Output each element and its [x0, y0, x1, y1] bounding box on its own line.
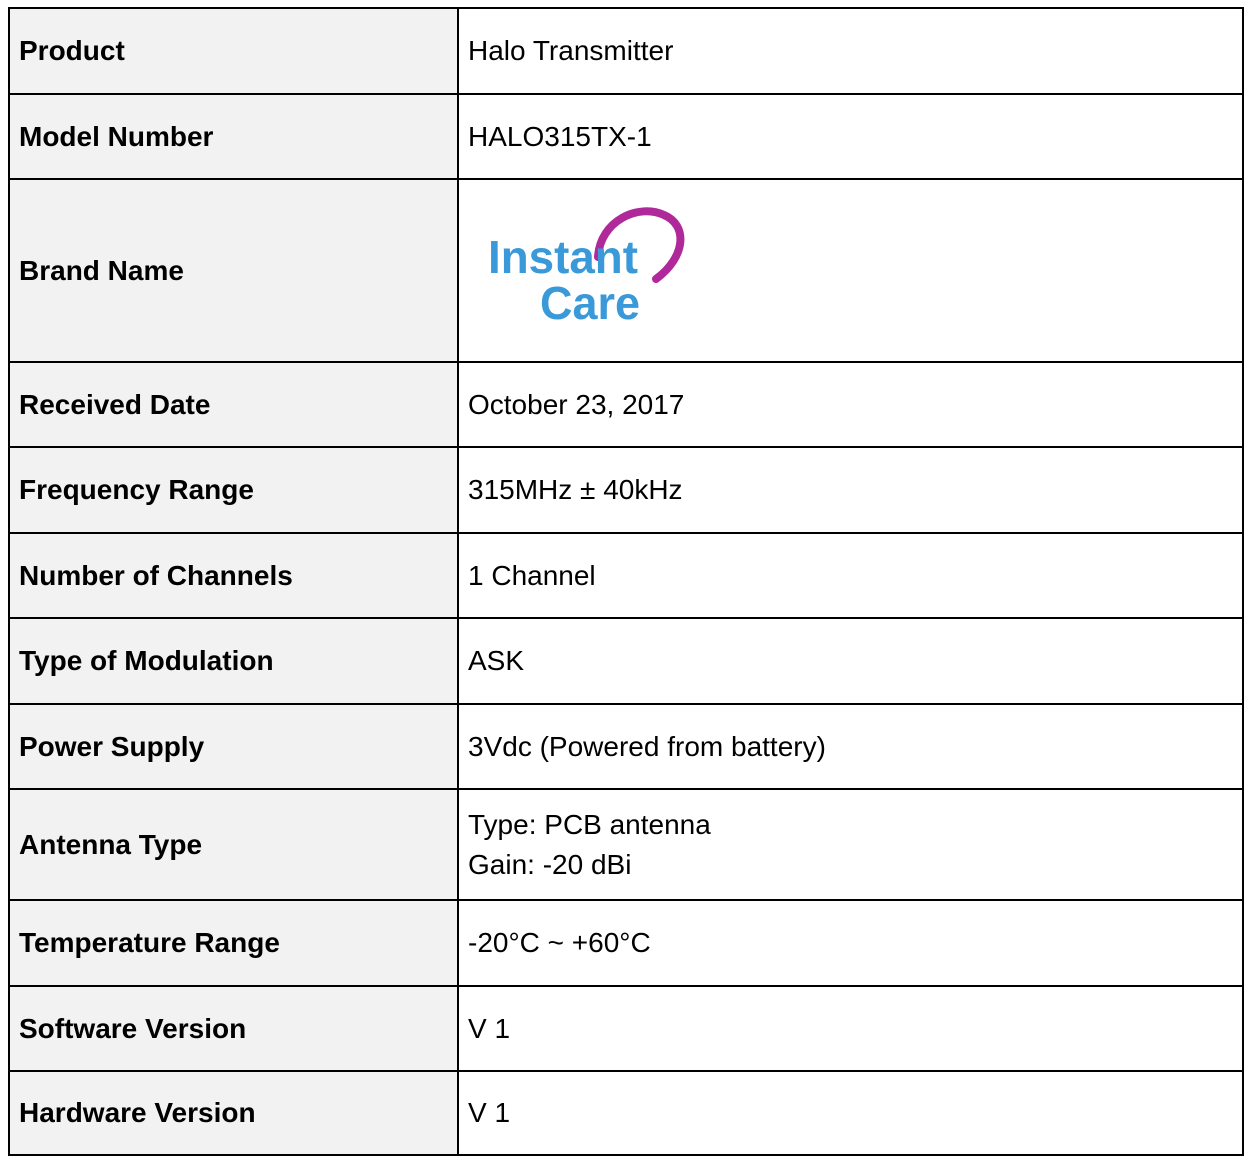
antenna-gain-line: Gain: -20 dBi — [468, 848, 632, 880]
value-model-number: HALO315TX-1 — [457, 93, 1244, 180]
instant-care-logo-icon: Instant Care — [488, 207, 685, 329]
table-row-product: Product Halo Transmitter — [8, 7, 1244, 95]
label-number-of-channels: Number of Channels — [8, 532, 459, 619]
label-temperature-range: Temperature Range — [8, 899, 459, 987]
table-row-received-date: Received Date October 23, 2017 — [8, 361, 1244, 448]
value-brand-name: Instant Care — [457, 178, 1244, 363]
value-frequency-range: 315MHz ± 40kHz — [457, 446, 1244, 534]
value-software-version: V 1 — [457, 985, 1244, 1072]
table-row-temperature-range: Temperature Range -20°C ~ +60°C — [8, 899, 1244, 987]
value-received-date: October 23, 2017 — [457, 361, 1244, 448]
label-received-date: Received Date — [8, 361, 459, 448]
label-brand-name: Brand Name — [8, 178, 459, 363]
value-product: Halo Transmitter — [457, 7, 1244, 95]
table-row-model-number: Model Number HALO315TX-1 — [8, 93, 1244, 180]
table-row-software-version: Software Version V 1 — [8, 985, 1244, 1072]
svg-text:Instant: Instant — [488, 231, 638, 283]
value-hardware-version: V 1 — [457, 1070, 1244, 1156]
table-row-brand-name: Brand Name Instant Care — [8, 178, 1244, 363]
label-antenna-type: Antenna Type — [8, 788, 459, 901]
table-row-power-supply: Power Supply 3Vdc (Powered from battery) — [8, 703, 1244, 790]
label-model-number: Model Number — [8, 93, 459, 180]
table-row-hardware-version: Hardware Version V 1 — [8, 1070, 1244, 1156]
label-frequency-range: Frequency Range — [8, 446, 459, 534]
specification-table: Product Halo Transmitter Model Number HA… — [8, 7, 1244, 1156]
value-number-of-channels: 1 Channel — [457, 532, 1244, 619]
label-power-supply: Power Supply — [8, 703, 459, 790]
antenna-type-line: Type: PCB antenna — [468, 808, 711, 840]
value-power-supply: 3Vdc (Powered from battery) — [457, 703, 1244, 790]
label-hardware-version: Hardware Version — [8, 1070, 459, 1156]
value-antenna-type: Type: PCB antenna Gain: -20 dBi — [457, 788, 1244, 901]
svg-text:Care: Care — [540, 277, 640, 327]
table-row-type-of-modulation: Type of Modulation ASK — [8, 617, 1244, 705]
table-row-antenna-type: Antenna Type Type: PCB antenna Gain: -20… — [8, 788, 1244, 901]
value-temperature-range: -20°C ~ +60°C — [457, 899, 1244, 987]
label-product: Product — [8, 7, 459, 95]
table-row-number-of-channels: Number of Channels 1 Channel — [8, 532, 1244, 619]
label-software-version: Software Version — [8, 985, 459, 1072]
instant-care-logo: Instant Care — [488, 207, 1242, 334]
table-row-frequency-range: Frequency Range 315MHz ± 40kHz — [8, 446, 1244, 534]
label-type-of-modulation: Type of Modulation — [8, 617, 459, 705]
value-type-of-modulation: ASK — [457, 617, 1244, 705]
